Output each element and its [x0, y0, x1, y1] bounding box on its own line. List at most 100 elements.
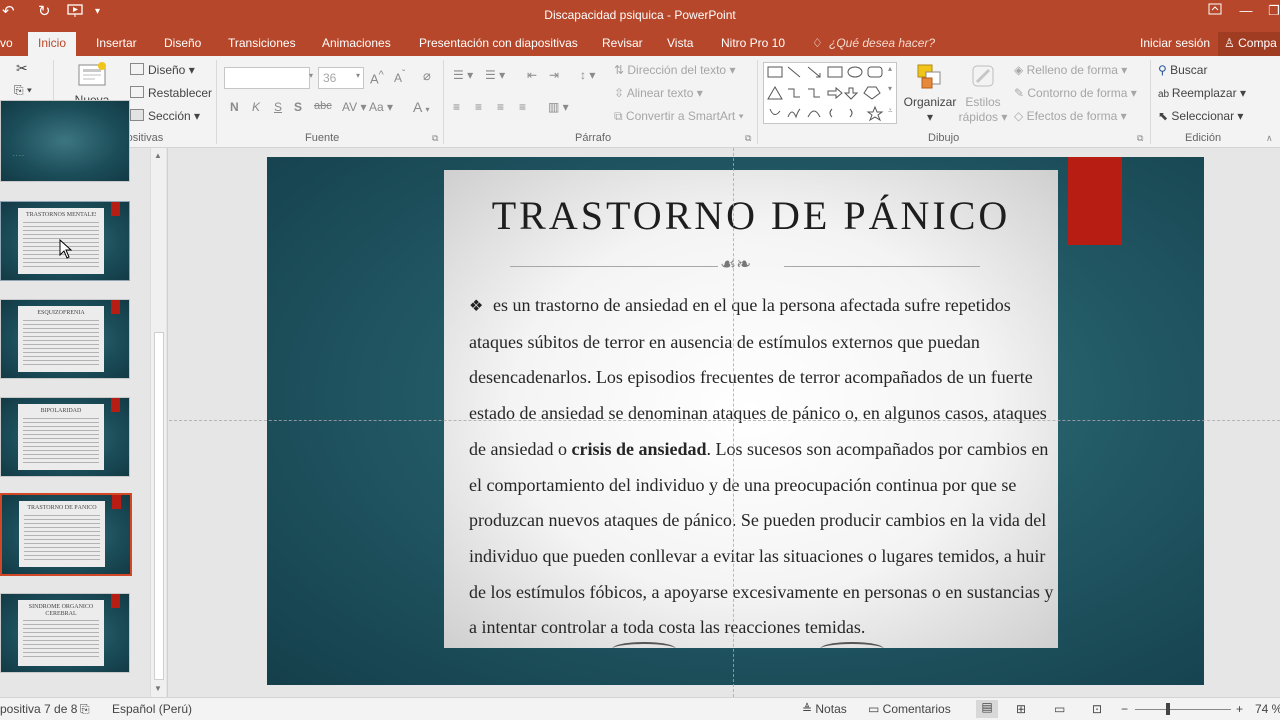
shapes-more-icon[interactable]: ⩡: [888, 106, 893, 116]
scroll-up-icon[interactable]: ▲: [154, 151, 162, 160]
layout-button[interactable]: Diseño ▾: [130, 63, 195, 77]
font-color-icon[interactable]: A ▾: [413, 99, 429, 115]
font-size-dropdown-icon[interactable]: ▾: [356, 71, 360, 80]
scroll-down-icon[interactable]: ▼: [154, 684, 162, 693]
tab-presentacion[interactable]: Presentación con diapositivas: [419, 36, 578, 50]
columns-icon[interactable]: ▥ ▾: [548, 100, 569, 114]
notes-button[interactable]: ≜ Notas: [802, 702, 847, 716]
cut-icon[interactable]: ✂: [16, 60, 28, 77]
restore-icon[interactable]: ❐: [1264, 3, 1280, 21]
justify-icon[interactable]: ≡: [519, 100, 526, 114]
zoom-slider[interactable]: [1135, 709, 1231, 710]
grow-font-icon[interactable]: A^: [370, 69, 384, 86]
slide-thumbnail-panel: · · · · TRASTORNOS MENTALES ESQUIZOFRENI…: [0, 100, 168, 697]
scrollbar-thumb[interactable]: [154, 332, 164, 680]
arrange-button[interactable]: Organizar ▾: [901, 62, 959, 125]
vertical-guide[interactable]: [733, 148, 734, 697]
normal-view-icon[interactable]: ▤: [976, 700, 998, 718]
slide-thumbnail[interactable]: SINDROME ORGÁNICO CEREBRAL: [0, 593, 130, 673]
shape-effects-button[interactable]: ◇ Efectos de forma ▾: [1014, 109, 1127, 123]
reset-button[interactable]: Restablecer: [130, 86, 212, 100]
line-spacing-icon[interactable]: ↕ ▾: [580, 68, 595, 82]
tab-file[interactable]: vo: [0, 36, 13, 50]
slide-thumbnail[interactable]: · · · ·: [0, 100, 130, 182]
clear-format-icon[interactable]: ⌀: [423, 68, 431, 84]
slide-thumbnail[interactable]: ESQUIZOFRENIA: [0, 299, 130, 379]
align-right-icon[interactable]: ≡: [497, 100, 504, 114]
tab-vista[interactable]: Vista: [667, 36, 693, 50]
underline-button[interactable]: S: [274, 100, 282, 114]
slide-thumbnail-current[interactable]: TRASTORNO DE PÁNICO: [0, 493, 132, 576]
change-case-icon[interactable]: Aa ▾: [369, 100, 393, 114]
increase-indent-icon[interactable]: ⇥: [549, 68, 559, 82]
spellcheck-icon[interactable]: ⎘: [80, 702, 90, 717]
font-dialog-launcher-icon[interactable]: ⧉: [432, 133, 438, 144]
share-button[interactable]: ♙ Compa: [1218, 32, 1280, 56]
select-label: Seleccionar: [1171, 109, 1235, 123]
tab-inicio[interactable]: Inicio: [28, 32, 77, 56]
zoom-in-button[interactable]: +: [1236, 702, 1243, 716]
numbering-icon[interactable]: ☰ ▾: [485, 68, 505, 82]
align-text-icon: ⇳: [614, 86, 627, 100]
italic-button[interactable]: K: [252, 100, 260, 114]
quick-styles-button[interactable]: Estilos rápidos ▾: [958, 62, 1008, 125]
drawing-group-label: Dibujo: [928, 132, 960, 144]
sign-in-link[interactable]: Iniciar sesión: [1140, 36, 1210, 50]
shape-fill-button[interactable]: ◈ Relleno de forma ▾: [1014, 63, 1127, 77]
font-dropdown-icon[interactable]: ▾: [309, 71, 313, 80]
paragraph-dialog-launcher-icon[interactable]: ⧉: [745, 133, 751, 144]
find-button[interactable]: ⚲ Buscar: [1158, 63, 1207, 77]
align-left-icon[interactable]: ≡: [453, 100, 460, 114]
slideshow-icon[interactable]: ⊡: [1092, 702, 1102, 716]
language-indicator[interactable]: Español (Perú): [112, 702, 192, 716]
thumbnail-title: ESQUIZOFRENIA: [37, 310, 85, 316]
zoom-slider-handle[interactable]: [1166, 703, 1170, 715]
replace-button[interactable]: ab Reemplazar ▾: [1158, 86, 1246, 100]
drawing-dialog-launcher-icon[interactable]: ⧉: [1137, 133, 1143, 144]
shapes-gallery[interactable]: [763, 62, 897, 124]
tab-animaciones[interactable]: Animaciones: [322, 36, 391, 50]
minimize-icon[interactable]: —: [1236, 3, 1256, 21]
section-button[interactable]: Sección ▾: [130, 109, 200, 123]
strikethrough-button[interactable]: abc: [314, 100, 332, 112]
slide-sorter-icon[interactable]: ⊞: [1016, 702, 1026, 716]
tab-transiciones[interactable]: Transiciones: [228, 36, 296, 50]
shrink-font-icon[interactable]: Aˇ: [394, 69, 405, 85]
zoom-out-button[interactable]: −: [1121, 702, 1128, 716]
align-center-icon[interactable]: ≡: [475, 100, 482, 114]
copy-icon[interactable]: ⎘ ▾: [14, 83, 32, 98]
shadow-button[interactable]: S: [294, 100, 302, 114]
shapes-scroll-down-icon[interactable]: ▾: [888, 84, 892, 93]
horizontal-guide[interactable]: [169, 420, 1280, 421]
slide-body-text[interactable]: ❖ es un trastorno de ansiedad en el que l…: [469, 288, 1054, 646]
thumbnail-title: TRASTORNOS MENTALES: [26, 212, 96, 218]
smartart-button[interactable]: ⧉ Convertir a SmartArt ▾: [614, 109, 744, 124]
tab-insertar[interactable]: Insertar: [96, 36, 137, 50]
bold-button[interactable]: N: [230, 100, 239, 114]
tell-me-search[interactable]: ¿Qué desea hacer?: [829, 36, 935, 50]
shapes-scroll-up-icon[interactable]: ▴: [888, 64, 892, 73]
thumbnail-scrollbar[interactable]: ▲ ▼: [150, 148, 166, 697]
section-label: Sección: [148, 109, 191, 123]
align-text-button[interactable]: ⇳ Alinear texto ▾: [614, 86, 703, 100]
tab-diseno[interactable]: Diseño: [164, 36, 201, 50]
bullets-icon[interactable]: ☰ ▾: [453, 68, 473, 82]
shape-outline-button[interactable]: ✎ Contorno de forma ▾: [1014, 86, 1137, 100]
select-button[interactable]: ⬉ Seleccionar ▾: [1158, 109, 1243, 123]
slide-title[interactable]: TRASTORNO DE PÁNICO: [444, 192, 1058, 239]
body-text-part-1: es un trastorno de ansiedad en el que la…: [469, 295, 1047, 459]
slide-thumbnail[interactable]: BIPOLARIDAD: [0, 397, 130, 477]
tab-revisar[interactable]: Revisar: [602, 36, 643, 50]
char-spacing-icon[interactable]: AV ▾: [342, 100, 366, 114]
text-direction-button[interactable]: ⇅ Dirección del texto ▾: [614, 63, 735, 77]
tab-nitro[interactable]: Nitro Pro 10: [721, 36, 785, 50]
ribbon-display-options-icon[interactable]: [1205, 3, 1225, 21]
comments-button[interactable]: ▭ Comentarios: [868, 702, 951, 716]
zoom-level[interactable]: 74 %: [1255, 702, 1280, 716]
decrease-indent-icon[interactable]: ⇤: [527, 68, 537, 82]
bullet-icon: ❖: [469, 298, 484, 315]
collapse-ribbon-icon[interactable]: ∧: [1266, 133, 1273, 144]
slide[interactable]: TRASTORNO DE PÁNICO ☙❧ ❖ es un trastorno …: [267, 157, 1204, 685]
font-name-box[interactable]: [224, 67, 310, 89]
reading-view-icon[interactable]: ▭: [1054, 702, 1065, 716]
